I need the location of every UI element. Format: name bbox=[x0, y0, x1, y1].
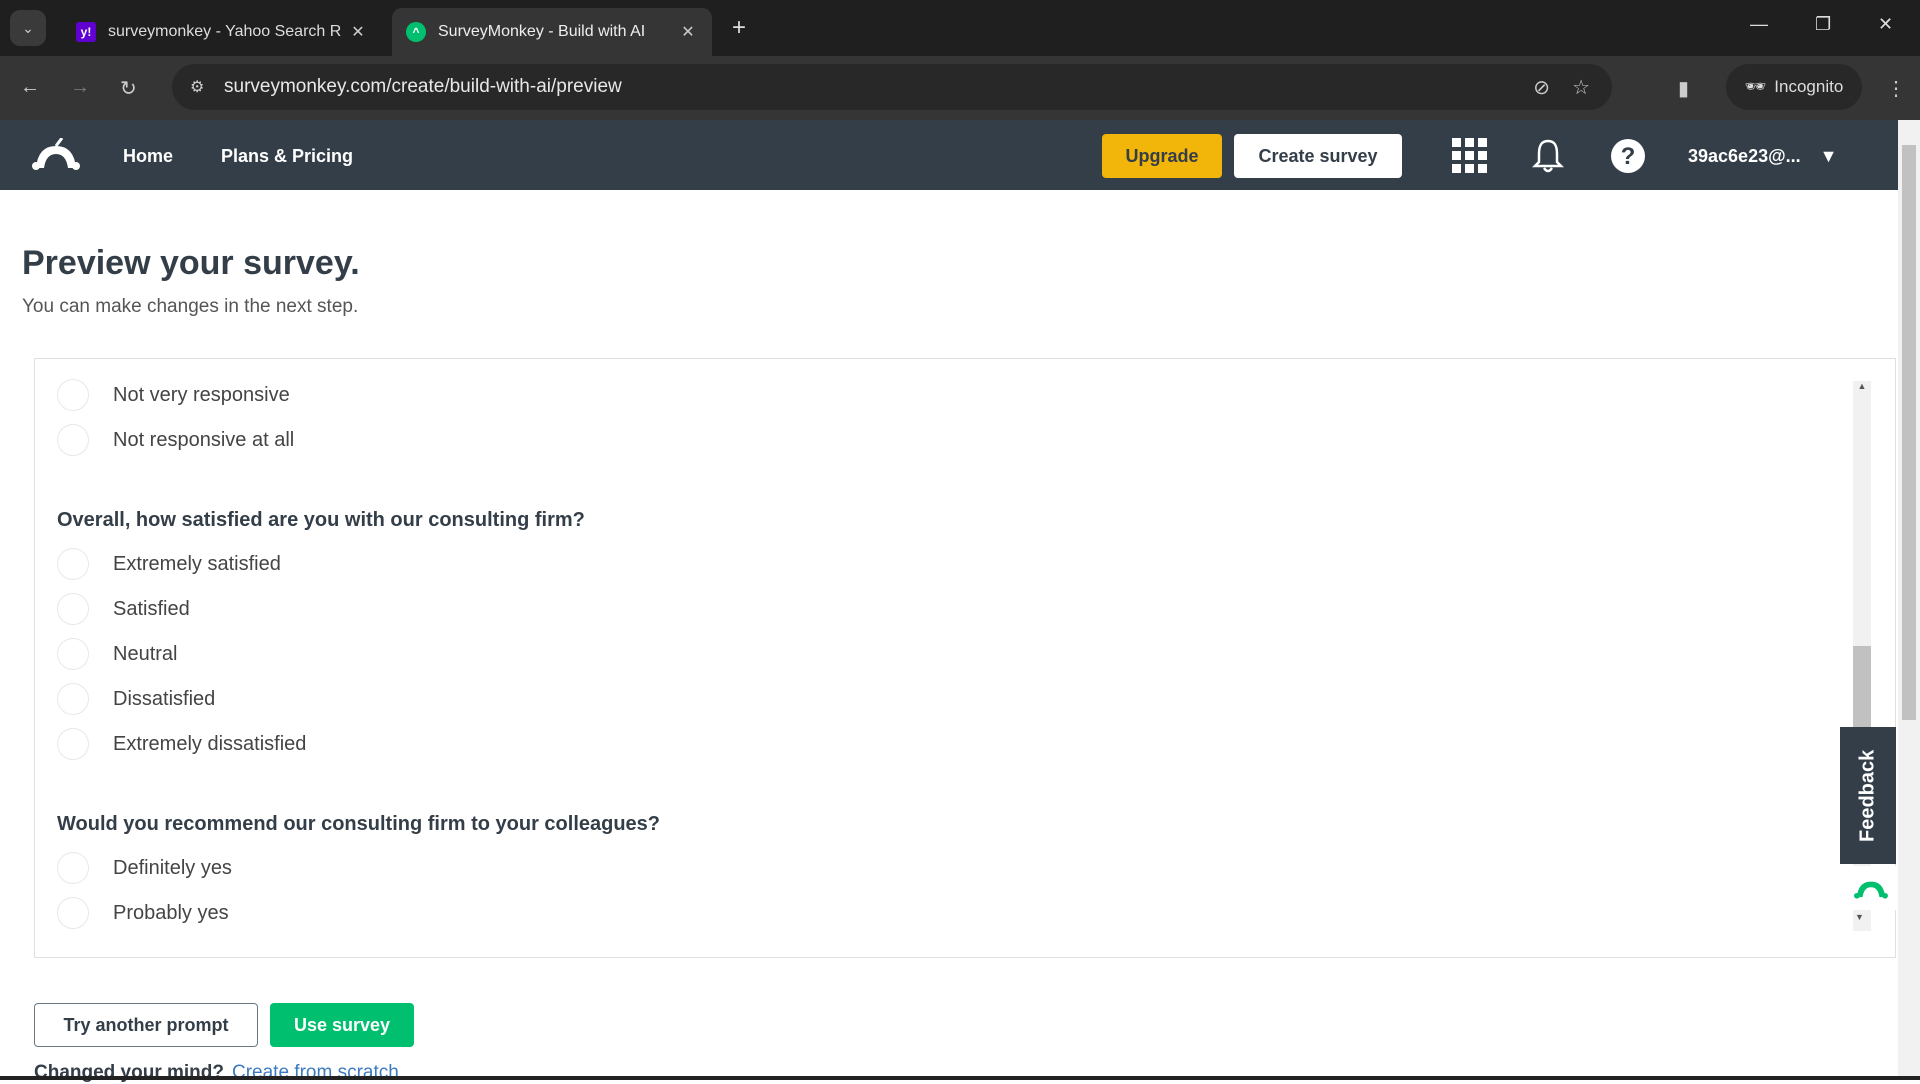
reload-icon[interactable]: ↻ bbox=[120, 76, 137, 101]
answer-option[interactable]: Dissatisfied bbox=[57, 683, 215, 715]
page-subtitle: You can make changes in the next step. bbox=[22, 296, 359, 317]
question-title: Overall, how satisfied are you with our … bbox=[57, 509, 585, 531]
option-label: Not very responsive bbox=[113, 383, 290, 406]
radio-button[interactable] bbox=[57, 638, 89, 670]
eye-off-icon[interactable]: ⊘ bbox=[1533, 75, 1550, 100]
url-bar[interactable]: ⚙ surveymonkey.com/create/build-with-ai/… bbox=[172, 64, 1612, 110]
yahoo-icon: y! bbox=[76, 22, 96, 42]
answer-option[interactable]: Probably yes bbox=[57, 897, 229, 929]
help-icon[interactable]: ? bbox=[1610, 138, 1646, 174]
tab-surveymonkey[interactable]: ^ SurveyMonkey - Build with AI ✕ bbox=[392, 8, 712, 56]
option-label: Extremely satisfied bbox=[113, 552, 281, 575]
radio-button[interactable] bbox=[57, 593, 89, 625]
changed-mind-row: Changed your mind? Create from scratch bbox=[34, 1062, 399, 1084]
site-info-icon[interactable]: ⚙ bbox=[190, 77, 224, 97]
surveymonkey-icon: ^ bbox=[406, 22, 426, 42]
tab-title: SurveyMonkey - Build with AI bbox=[438, 23, 646, 40]
surveymonkey-feedback-logo[interactable] bbox=[1846, 866, 1896, 910]
option-label: Satisfied bbox=[113, 597, 190, 620]
question-title: Would you recommend our consulting firm … bbox=[57, 813, 661, 835]
browser-tab-bar: ⌄ y! surveymonkey - Yahoo Search R ✕ ^ S… bbox=[0, 0, 1920, 56]
option-label: Neutral bbox=[113, 642, 178, 665]
answer-option[interactable]: Not very responsive bbox=[57, 379, 290, 411]
use-survey-button[interactable]: Use survey bbox=[270, 1003, 414, 1047]
answer-option[interactable]: Extremely satisfied bbox=[57, 548, 281, 580]
close-tab-icon[interactable]: ✕ bbox=[678, 22, 698, 42]
answer-option[interactable]: Extremely dissatisfied bbox=[57, 728, 306, 760]
option-label: Not responsive at all bbox=[113, 428, 295, 451]
page-scrollbar[interactable] bbox=[1898, 120, 1920, 1080]
radio-button[interactable] bbox=[57, 379, 89, 411]
incognito-label: Incognito bbox=[1774, 77, 1844, 96]
radio-button[interactable] bbox=[57, 548, 89, 580]
side-panel-icon[interactable]: ▮ bbox=[1678, 76, 1689, 101]
star-icon[interactable]: ☆ bbox=[1572, 75, 1590, 100]
address-bar-row: ← → ↻ ⚙ surveymonkey.com/create/build-wi… bbox=[0, 56, 1920, 120]
close-window-icon[interactable]: ✕ bbox=[1878, 14, 1893, 35]
radio-button[interactable] bbox=[57, 683, 89, 715]
tab-title: surveymonkey - Yahoo Search R bbox=[108, 23, 342, 40]
answer-option[interactable]: Neutral bbox=[57, 638, 177, 670]
restore-icon[interactable]: ❐ bbox=[1815, 14, 1831, 35]
incognito-icon: 🕶 bbox=[1744, 77, 1767, 96]
apps-grid-icon[interactable] bbox=[1452, 138, 1488, 174]
option-label: Dissatisfied bbox=[113, 687, 216, 710]
answer-option[interactable]: Definitely yes bbox=[57, 852, 232, 884]
scroll-down-icon[interactable]: ▼ bbox=[1855, 912, 1864, 922]
app-header: Home Plans & Pricing Upgrade Create surv… bbox=[0, 120, 1898, 190]
feedback-tab[interactable]: Feedback bbox=[1840, 727, 1896, 864]
account-menu[interactable]: 39ac6e23@... ▼ bbox=[1688, 146, 1837, 167]
minimize-icon[interactable]: — bbox=[1750, 14, 1768, 35]
option-label: Extremely dissatisfied bbox=[113, 732, 307, 755]
option-label: Definitely yes bbox=[113, 856, 232, 879]
scroll-up-icon[interactable]: ▲ bbox=[1853, 381, 1871, 391]
nav-home[interactable]: Home bbox=[123, 146, 173, 167]
forward-icon[interactable]: → bbox=[70, 76, 90, 99]
taskbar-edge bbox=[0, 1076, 1920, 1080]
tab-yahoo-search[interactable]: y! surveymonkey - Yahoo Search R ✕ bbox=[62, 8, 382, 56]
menu-icon[interactable]: ⋮ bbox=[1886, 76, 1906, 101]
tab-search-button[interactable]: ⌄ bbox=[10, 10, 46, 46]
back-icon[interactable]: ← bbox=[20, 76, 40, 99]
page-title: Preview your survey. bbox=[22, 244, 360, 282]
radio-button[interactable] bbox=[57, 728, 89, 760]
incognito-badge[interactable]: 🕶 Incognito bbox=[1726, 64, 1862, 110]
radio-button[interactable] bbox=[57, 424, 89, 456]
preview-scrollbar-thumb[interactable] bbox=[1853, 646, 1871, 729]
svg-text:?: ? bbox=[1621, 143, 1636, 170]
chevron-down-icon: ▼ bbox=[1819, 146, 1838, 166]
radio-button[interactable] bbox=[57, 897, 89, 929]
nav-plans-pricing[interactable]: Plans & Pricing bbox=[221, 146, 353, 167]
answer-option[interactable]: Not responsive at all bbox=[57, 424, 294, 456]
account-name: 39ac6e23@... bbox=[1688, 146, 1801, 166]
bell-icon[interactable] bbox=[1532, 138, 1564, 174]
new-tab-icon[interactable]: + bbox=[732, 14, 746, 42]
try-another-prompt-button[interactable]: Try another prompt bbox=[34, 1003, 258, 1047]
answer-option[interactable]: Satisfied bbox=[57, 593, 190, 625]
radio-button[interactable] bbox=[57, 852, 89, 884]
survey-preview: Not very responsive Not responsive at al… bbox=[34, 358, 1896, 958]
option-label: Probably yes bbox=[113, 901, 229, 924]
surveymonkey-logo[interactable] bbox=[32, 138, 80, 172]
close-tab-icon[interactable]: ✕ bbox=[348, 22, 368, 42]
create-survey-button[interactable]: Create survey bbox=[1234, 134, 1402, 178]
url-text[interactable]: surveymonkey.com/create/build-with-ai/pr… bbox=[224, 76, 1533, 98]
upgrade-button[interactable]: Upgrade bbox=[1102, 134, 1222, 178]
page-scrollbar-thumb[interactable] bbox=[1902, 145, 1916, 720]
